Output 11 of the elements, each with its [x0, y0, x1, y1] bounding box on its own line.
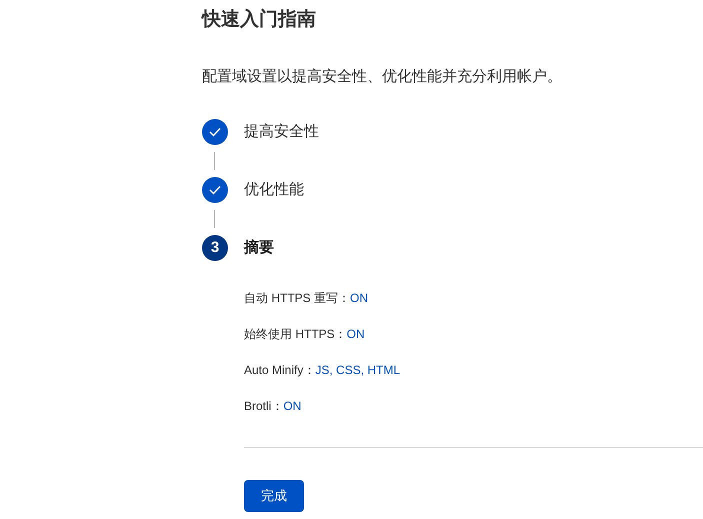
summary-item: Brotli：ON: [244, 398, 302, 414]
step-label: 提高安全性: [244, 122, 319, 142]
summary-item: 始终使用 HTTPS：ON: [244, 326, 366, 342]
step-number: 3: [202, 235, 228, 261]
summary-item: Auto Minify：JS, CSS, HTML: [244, 362, 402, 378]
done-button[interactable]: 完成: [244, 480, 304, 512]
summary-item: 自动 HTTPS 重写：ON: [244, 290, 370, 306]
description-text: 配置域设置以提高安全性、优化性能并充分利用帐户。: [202, 67, 563, 87]
page-title: 快速入门指南: [202, 8, 317, 32]
step-label: 摘要: [244, 238, 274, 258]
step-label: 优化性能: [244, 180, 304, 200]
